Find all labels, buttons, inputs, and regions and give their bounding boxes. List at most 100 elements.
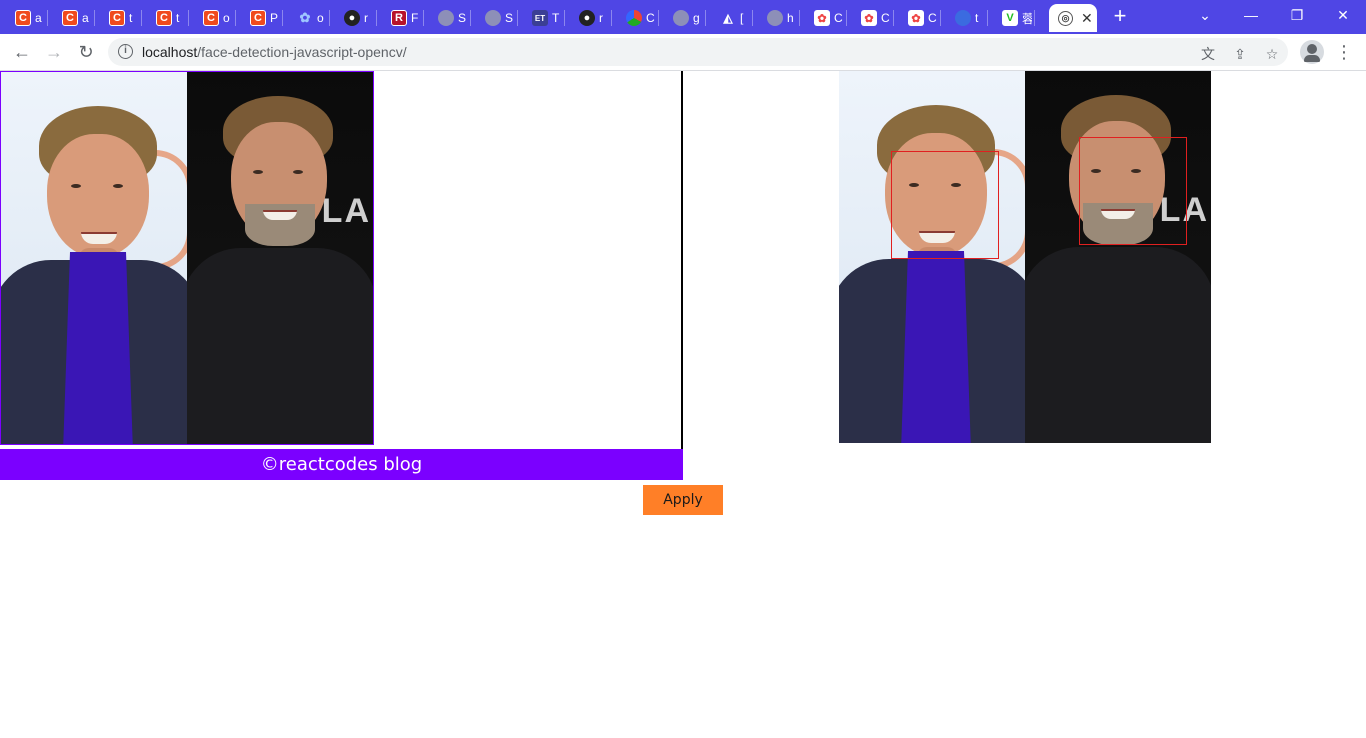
output-canvas: LA	[839, 71, 1211, 443]
forward-icon[interactable]: →	[40, 38, 68, 66]
minimize-icon[interactable]: —	[1228, 0, 1274, 30]
multicolor-icon	[626, 10, 642, 26]
source-image: LA	[0, 71, 374, 445]
share-icon[interactable]: ⇪	[1232, 46, 1248, 62]
github-icon: ●	[579, 10, 595, 26]
tab-separator	[188, 10, 189, 26]
tab-title: 蓉	[1022, 11, 1032, 26]
address-bar[interactable]: i localhost/face-detection-javascript-op…	[108, 38, 1288, 66]
r-icon: R	[391, 10, 407, 26]
footer-bar: ©reactcodes blog	[0, 449, 683, 480]
tab-title: o	[317, 11, 324, 25]
check-icon: ✿	[908, 10, 924, 26]
menu-kebab-icon[interactable]: ⋮	[1334, 38, 1354, 66]
tab-7[interactable]: ● r	[331, 4, 377, 32]
tab-title: S	[458, 11, 467, 25]
tab-title: P	[270, 11, 279, 25]
tab-separator	[423, 10, 424, 26]
tab-separator	[282, 10, 283, 26]
tab-separator	[1034, 10, 1035, 26]
tab-title: F	[411, 11, 419, 25]
tab-16[interactable]: h	[754, 4, 800, 32]
url-path: /face-detection-javascript-opencv/	[197, 44, 407, 60]
tab-separator	[987, 10, 988, 26]
tab-1[interactable]: Ca	[49, 4, 95, 32]
tab-15[interactable]: ◭[	[707, 4, 753, 32]
tab-17[interactable]: ✿ C	[801, 4, 847, 32]
tab-20[interactable]: t	[942, 4, 988, 32]
blue-globe-icon	[955, 10, 971, 26]
close-tab-icon[interactable]: ✕	[1081, 10, 1093, 27]
tab-title: r	[364, 11, 368, 25]
person-right: LA	[187, 72, 373, 444]
tab-title: T	[552, 11, 560, 25]
profile-avatar-icon[interactable]	[1300, 40, 1324, 64]
github-icon: ●	[344, 10, 360, 26]
tab-search-icon[interactable]: ⌄	[1182, 0, 1228, 30]
et-icon: ET	[532, 10, 548, 26]
csdn-icon: C	[250, 10, 266, 26]
check-icon: ✿	[861, 10, 877, 26]
tab-title: C	[646, 11, 655, 25]
tab-title: r	[599, 11, 603, 25]
tab-19[interactable]: ✿ C	[895, 4, 941, 32]
tab-title: C	[881, 11, 890, 25]
new-tab-button[interactable]: +	[1106, 4, 1134, 30]
left-pane: LA ©reactcodes blog	[0, 71, 683, 480]
tab-8[interactable]: RF	[378, 4, 424, 32]
tab-title: t	[975, 11, 979, 25]
tab-11[interactable]: ET T	[519, 4, 565, 32]
tab-separator	[470, 10, 471, 26]
tab-separator	[329, 10, 330, 26]
shirt	[901, 251, 971, 443]
tab-title: a	[82, 11, 89, 25]
tab-3[interactable]: Ct	[143, 4, 189, 32]
tab-2[interactable]: Ct	[96, 4, 142, 32]
tab-title: [	[740, 11, 744, 25]
url-text[interactable]: localhost/face-detection-javascript-open…	[142, 44, 407, 60]
back-icon[interactable]: ←	[8, 38, 36, 66]
tab-12[interactable]: ● r	[566, 4, 612, 32]
tab-10[interactable]: S	[472, 4, 518, 32]
person-left	[1, 72, 187, 444]
tab-separator	[752, 10, 753, 26]
tab-4[interactable]: Co	[190, 4, 236, 32]
tab-14[interactable]: g	[660, 4, 706, 32]
tab-title: C	[928, 11, 937, 25]
tab-separator	[611, 10, 612, 26]
tab-separator	[376, 10, 377, 26]
tab-0[interactable]: Ca	[2, 4, 48, 32]
tab-9[interactable]: S	[425, 4, 471, 32]
shirt	[63, 252, 133, 444]
close-window-icon[interactable]: ✕	[1320, 0, 1366, 30]
site-info-icon[interactable]: i	[118, 44, 133, 59]
tab-active[interactable]: ◎ ✕	[1049, 4, 1097, 32]
check-icon: ✿	[814, 10, 830, 26]
tab-13[interactable]: C	[613, 4, 659, 32]
mouth	[263, 210, 297, 220]
page-content: LA ©reactcodes blog LA Apply	[0, 71, 1366, 738]
tab-6[interactable]: ✿ o	[284, 4, 330, 32]
restore-icon[interactable]: ❐	[1274, 0, 1320, 30]
person-right: LA	[1025, 71, 1211, 443]
csdn-icon: C	[109, 10, 125, 26]
tab-separator	[846, 10, 847, 26]
backdrop-logo	[155, 150, 187, 270]
tab-separator	[564, 10, 565, 26]
face-detection-box	[1079, 137, 1187, 245]
tab-separator	[705, 10, 706, 26]
csdn-icon: C	[156, 10, 172, 26]
reload-icon[interactable]: ↻	[72, 38, 100, 66]
translate-icon[interactable]: 文	[1200, 46, 1216, 62]
bookmark-star-icon[interactable]: ☆	[1264, 46, 1280, 62]
tab-21[interactable]: V蓉	[989, 4, 1035, 32]
tab-strip: Ca Ca Ct Ct Co C P ✿ o ● r R F S S ET T ● r Cg ◭[h ✿ C ✿ C ✿ Ct V 蓉 …	[0, 0, 1366, 34]
tab-title: C	[834, 11, 843, 25]
tab-title: a	[35, 11, 42, 25]
tab-5[interactable]: CP	[237, 4, 283, 32]
tab-title: t	[176, 11, 180, 25]
tab-title: h	[787, 11, 794, 25]
tab-18[interactable]: ✿ C	[848, 4, 894, 32]
apply-button[interactable]: Apply	[643, 485, 723, 515]
browser-toolbar: ← → ↻ i localhost/face-detection-javascr…	[0, 34, 1366, 71]
